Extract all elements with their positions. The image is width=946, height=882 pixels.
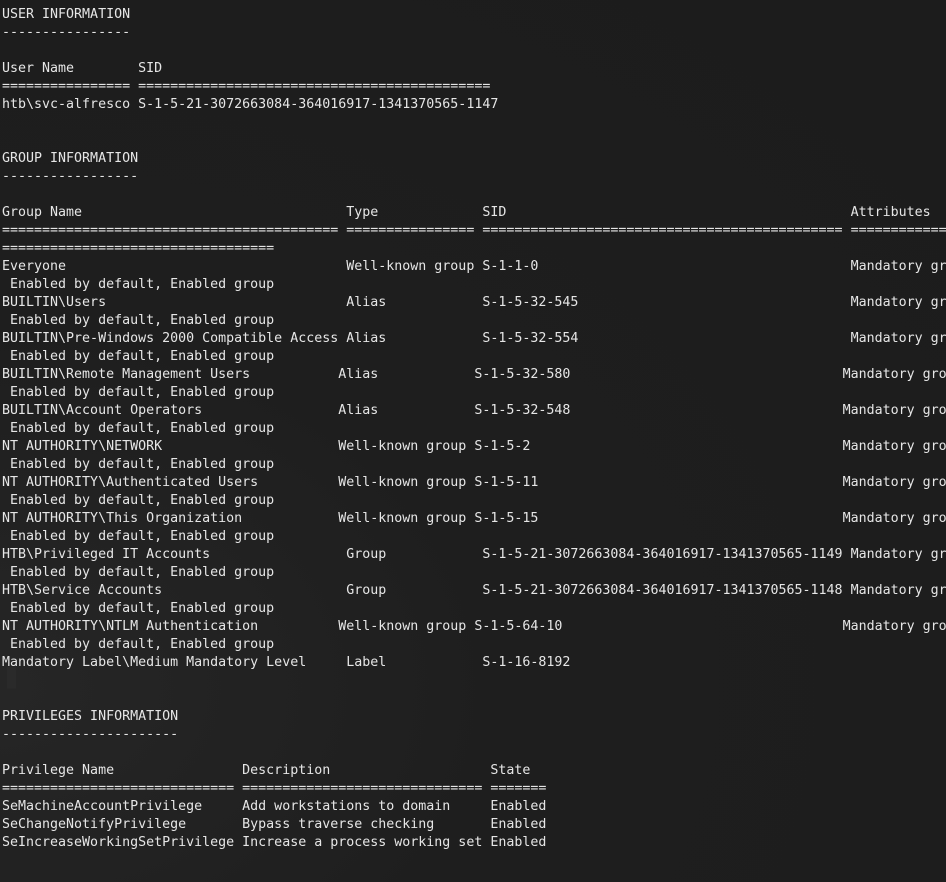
terminal-line: Privilege Name Description State (2, 763, 531, 778)
terminal-line: HTB\Privileged IT Accounts Group S-1-5-2… (2, 547, 946, 562)
terminal-line: BUILTIN\Users Alias S-1-5-32-545 Mandato… (2, 295, 946, 310)
terminal-line: Everyone Well-known group S-1-1-0 Mandat… (2, 259, 946, 274)
terminal-line: htb\svc-alfresco S-1-5-21-3072663084-364… (2, 97, 499, 112)
terminal-line: NT AUTHORITY\NTLM Authentication Well-kn… (2, 619, 946, 634)
terminal-line: ============================= ==========… (2, 781, 547, 796)
terminal-line: SeIncreaseWorkingSetPrivilege Increase a… (2, 835, 547, 850)
terminal-line: SeMachineAccountPrivilege Add workstatio… (2, 799, 547, 814)
terminal-line: SeChangeNotifyPrivilege Bypass traverse … (2, 817, 547, 832)
terminal-line: PRIVILEGES INFORMATION (2, 709, 179, 724)
terminal-line: ========================================… (2, 223, 946, 238)
terminal-line: Enabled by default, Enabled group (2, 529, 275, 544)
terminal-line: ---------------- (2, 25, 131, 40)
terminal-output: USER INFORMATION ---------------- User Nam… (0, 0, 946, 852)
terminal-line: Enabled by default, Enabled group (2, 385, 275, 400)
terminal-line: HTB\Service Accounts Group S-1-5-21-3072… (2, 583, 946, 598)
terminal-line: Enabled by default, Enabled group (2, 421, 275, 436)
terminal-line: NT AUTHORITY\This Organization Well-know… (2, 511, 946, 526)
terminal-line: Enabled by default, Enabled group (2, 601, 275, 616)
terminal-line: BUILTIN\Account Operators Alias S-1-5-32… (2, 403, 946, 418)
terminal-line: ----------------- (2, 169, 139, 184)
terminal-line: BUILTIN\Remote Management Users Alias S-… (2, 367, 946, 382)
terminal-line: ================ =======================… (2, 79, 491, 94)
terminal-line: ================================== (2, 241, 275, 256)
terminal-line: User Name SID (2, 61, 163, 76)
terminal-line: Enabled by default, Enabled group (2, 457, 275, 472)
terminal-line: Enabled by default, Enabled group (2, 637, 275, 652)
terminal-line: BUILTIN\Pre-Windows 2000 Compatible Acce… (2, 331, 946, 346)
terminal-line: ---------------------- (2, 727, 179, 742)
terminal-line: NT AUTHORITY\Authenticated Users Well-kn… (2, 475, 946, 490)
terminal-line: GROUP INFORMATION (2, 151, 139, 166)
terminal-line: Group Name Type SID Attributes (2, 205, 931, 220)
terminal-line: NT AUTHORITY\NETWORK Well-known group S-… (2, 439, 946, 454)
terminal-line: Enabled by default, Enabled group (2, 313, 275, 328)
terminal-line: Enabled by default, Enabled group (2, 565, 275, 580)
terminal-line: Mandatory Label\Medium Mandatory Level L… (2, 655, 571, 670)
terminal-window[interactable]: " USER INFORMATION----------------User N… (0, 0, 946, 882)
terminal-line: Enabled by default, Enabled group (2, 277, 275, 292)
terminal-line: Enabled by default, Enabled group (2, 493, 275, 508)
terminal-line: Enabled by default, Enabled group (2, 349, 275, 364)
terminal-line: USER INFORMATION (2, 7, 131, 22)
